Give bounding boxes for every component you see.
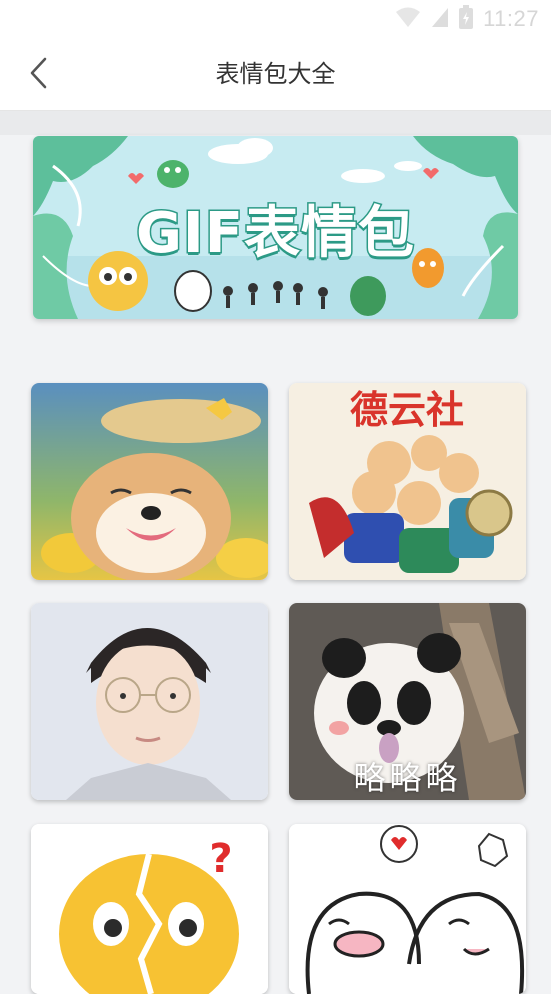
header-divider-strip	[0, 111, 551, 135]
status-bar: 11:27	[0, 0, 551, 38]
meme-card-shiba[interactable]	[31, 383, 268, 580]
meme-card-cartoon-faces[interactable]	[289, 824, 526, 994]
wifi-icon	[395, 6, 421, 32]
cracked-emoji-image: ?	[31, 824, 268, 994]
shiba-dog-image	[31, 383, 268, 580]
meme-card-deyunshe[interactable]: 德云社	[289, 383, 526, 580]
boy-portrait-image	[31, 603, 268, 800]
deyunshe-cartoon-image: 德云社	[289, 383, 526, 580]
meme-card-cracked-emoji[interactable]: ?	[31, 824, 268, 994]
app-header: 表情包大全	[0, 38, 551, 111]
status-time: 11:27	[483, 6, 539, 31]
gif-banner[interactable]: GIF表情包	[33, 136, 518, 319]
deyunshe-overlay-text: 德云社	[350, 388, 464, 432]
banner-title: GIF表情包	[134, 200, 416, 268]
panda-caption: 略略略	[353, 759, 462, 797]
meme-card-boy[interactable]	[31, 603, 268, 800]
question-mark-text: ?	[209, 836, 232, 882]
battery-icon	[459, 5, 474, 33]
cartoon-faces-image	[289, 824, 526, 994]
page-title: 表情包大全	[215, 60, 336, 88]
signal-icon	[431, 6, 449, 32]
status-icons: 11:27	[395, 5, 539, 33]
meme-card-panda[interactable]: 略略略	[289, 603, 526, 800]
